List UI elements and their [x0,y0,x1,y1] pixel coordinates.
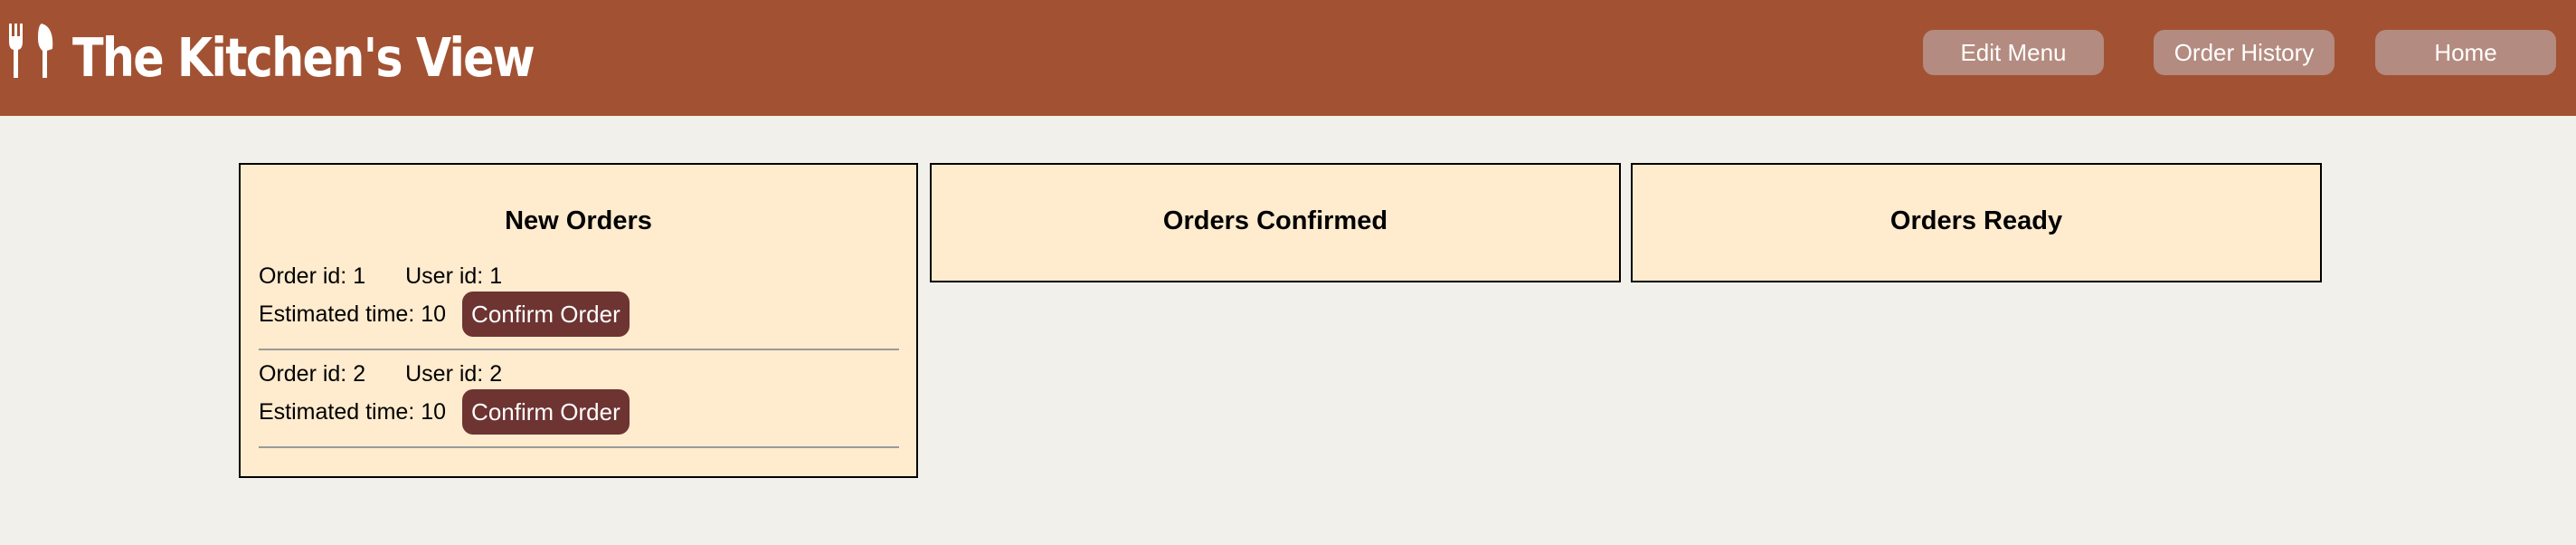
order-time-row: Estimated time: 10 Confirm Order [259,292,899,337]
order-id-value: 1 [353,263,366,289]
order-divider [259,349,899,350]
edit-menu-button[interactable]: Edit Menu [1923,30,2104,75]
confirm-order-button[interactable]: Confirm Order [462,389,630,435]
confirm-order-button[interactable]: Confirm Order [462,292,630,337]
orders-confirmed-title: Orders Confirmed [1162,206,1388,235]
new-orders-title: New Orders [505,206,652,235]
order-history-button[interactable]: Order History [2154,30,2334,75]
orders-ready-column: Orders Ready [1631,163,2322,282]
order-ids-row: Order id: 2 User id: 2 [259,359,899,389]
user-id-value: 1 [489,263,503,289]
order-id-value: 2 [353,361,366,387]
order-card: Order id: 2 User id: 2 Estimated time: 10… [259,359,899,448]
order-divider [259,446,899,448]
new-orders-column: New Orders Order id: 1 User id: 1 Estimat… [239,163,918,478]
orders-ready-title: Orders Ready [1889,206,2063,235]
fork-knife-icon [9,24,53,78]
user-id-label: User id: [405,263,490,289]
orders-confirmed-column: Orders Confirmed [930,163,1621,282]
user-id-label: User id: [405,361,490,387]
order-id-label: Order id: [259,263,354,289]
estimated-time-label: Estimated time: [259,399,421,425]
order-ids-row: Order id: 1 User id: 1 [259,261,899,292]
app-header: The Kitchen's View Edit Menu Order Histo… [0,0,2576,116]
order-time-row: Estimated time: 10 Confirm Order [259,389,899,435]
user-id-value: 2 [489,361,503,387]
order-card: Order id: 1 User id: 1 Estimated time: 10… [259,261,899,350]
estimated-time-value: 10 [421,301,447,327]
order-id-label: Order id: [259,361,354,387]
app-title: The Kitchen's View [72,26,535,89]
estimated-time-value: 10 [421,399,447,425]
estimated-time-label: Estimated time: [259,301,421,327]
home-button[interactable]: Home [2375,30,2556,75]
